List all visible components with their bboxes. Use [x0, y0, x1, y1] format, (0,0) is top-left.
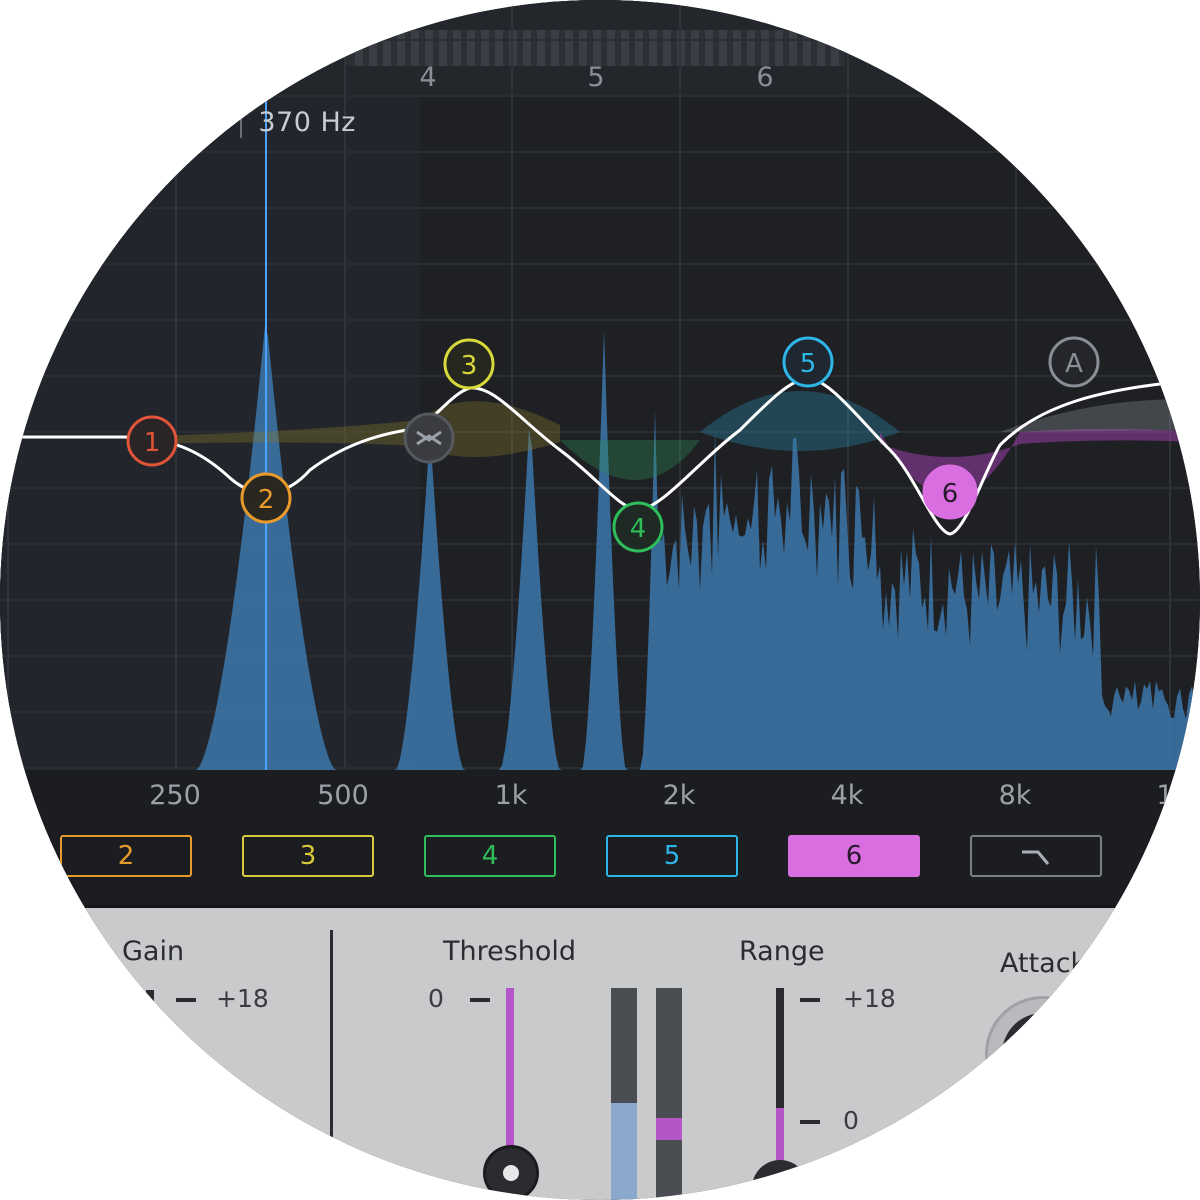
eq-plugin-window: 1 2 3 4 5 6 A 4 5 6 04 370 Hz 250 500 1k… — [0, 0, 1200, 1200]
eq-node-4-label: 4 — [630, 514, 647, 544]
gain-reduction-meter — [656, 988, 682, 1200]
gain-slider-track[interactable] — [146, 990, 154, 1008]
eq-node-4[interactable]: 4 — [612, 501, 664, 553]
eq-node-2[interactable]: 2 — [240, 472, 292, 524]
attack-knob[interactable] — [985, 996, 1101, 1112]
range-zero-label: 0 — [843, 1106, 859, 1135]
band-button-2[interactable]: 2 — [60, 835, 192, 877]
band-controls-panel: Gain +18 Threshold 0 Range +18 0 Attack — [0, 905, 1200, 1200]
threshold-title: Threshold — [443, 936, 577, 967]
eq-node-3-label: 3 — [461, 351, 478, 381]
readout-partial: 04 — [195, 107, 231, 138]
band-button-3[interactable]: 3 — [242, 835, 374, 877]
eq-node-1[interactable]: 1 — [126, 415, 178, 467]
readout-separator — [240, 104, 243, 138]
eq-display[interactable]: 1 2 3 4 5 6 A 4 5 6 04 370 Hz — [0, 0, 1200, 770]
eq-graph[interactable]: 1 2 3 4 5 6 A — [0, 0, 1200, 770]
readout-value: 370 Hz — [258, 107, 356, 138]
freq-label-250: 250 — [149, 780, 201, 811]
eq-node-6[interactable]: 6 — [922, 464, 978, 520]
freq-label-500: 500 — [317, 780, 369, 811]
threshold-tick — [470, 998, 490, 1002]
freq-label-16k: 1 — [1156, 780, 1174, 811]
range-tick-zero — [800, 1120, 820, 1124]
band-button-6[interactable]: 6 — [788, 835, 920, 877]
range-slider-knob[interactable] — [752, 1160, 808, 1200]
high-cut-filter-icon — [1022, 850, 1050, 865]
gain-reduction-marker — [656, 1118, 682, 1140]
eq-node-2-label: 2 — [258, 485, 275, 515]
frequency-readout: 04 370 Hz — [195, 104, 356, 138]
top-scale-label-6: 6 — [756, 62, 774, 93]
threshold-slider-knob[interactable] — [483, 1145, 539, 1200]
input-level-meter — [611, 988, 637, 1200]
eq-node-5-label: 5 — [800, 349, 817, 379]
attack-title: Attack — [1000, 948, 1087, 979]
eq-node-a-label: A — [1065, 349, 1083, 379]
eq-node-a[interactable]: A — [1048, 336, 1100, 388]
frequency-axis: 250 500 1k 2k 4k 8k 1 — [0, 770, 1200, 820]
band-button-high-cut[interactable] — [970, 835, 1102, 877]
range-max-label: +18 — [843, 984, 896, 1013]
range-tick-max — [800, 998, 820, 1002]
band-button-4[interactable]: 4 — [424, 835, 556, 877]
threshold-slider-track[interactable] — [506, 988, 514, 1168]
gain-title: Gain — [122, 936, 185, 967]
freq-label-4k: 4k — [830, 780, 864, 811]
band-selector-row: 2 3 4 5 6 — [0, 820, 1200, 905]
gain-max-label: +18 — [216, 984, 269, 1013]
top-scale-label-5: 5 — [587, 62, 605, 93]
eq-node-1-label: 1 — [144, 428, 161, 458]
band-button-5[interactable]: 5 — [606, 835, 738, 877]
freq-label-1k: 1k — [494, 780, 528, 811]
threshold-max-label: 0 — [428, 984, 444, 1013]
eq-node-bypassed[interactable] — [403, 412, 455, 464]
eq-node-6-label: 6 — [942, 479, 959, 509]
freq-label-8k: 8k — [998, 780, 1032, 811]
gain-tick-max — [176, 998, 196, 1002]
top-scale-label-4: 4 — [419, 62, 437, 93]
eq-node-3[interactable]: 3 — [443, 338, 495, 390]
panel-divider — [330, 930, 333, 1145]
top-ruler — [345, 30, 845, 66]
freq-label-2k: 2k — [662, 780, 696, 811]
range-title: Range — [739, 936, 825, 967]
eq-node-5[interactable]: 5 — [782, 336, 834, 388]
input-level-fill — [611, 1103, 637, 1200]
